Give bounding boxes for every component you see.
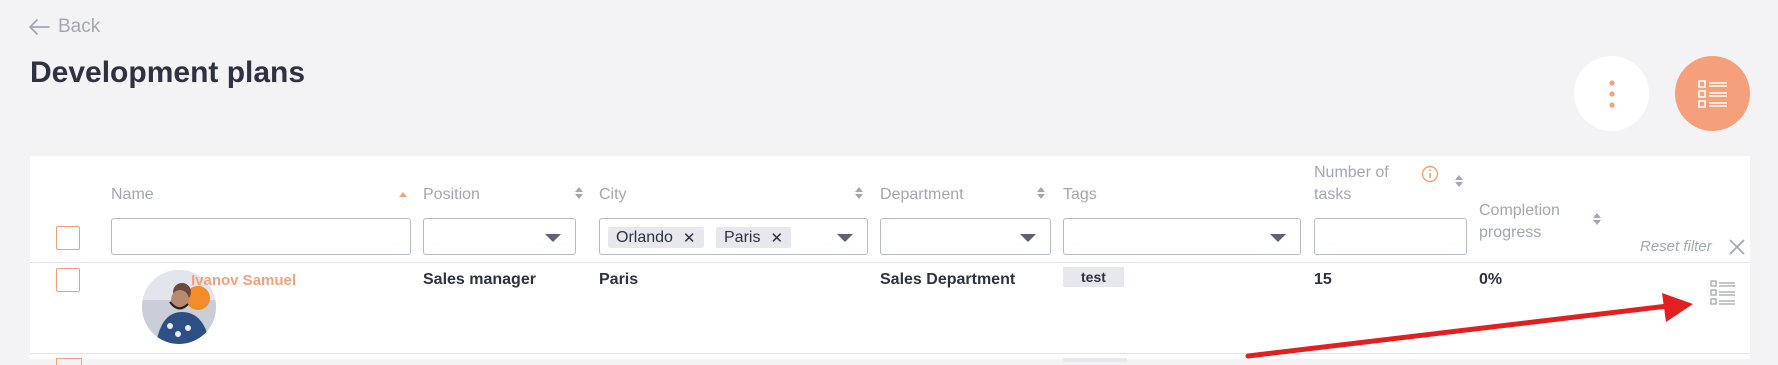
employee-name-link[interactable]: Ivanov Samuel: [191, 272, 296, 289]
sort-icon[interactable]: [1592, 212, 1602, 226]
city-filter-select[interactable]: Orlando ✕ Paris ✕: [599, 218, 868, 255]
more-vertical-icon: [1608, 79, 1615, 108]
row-city: Paris: [599, 271, 639, 288]
chevron-down-icon: [545, 234, 561, 242]
sort-icon[interactable]: [1036, 186, 1046, 200]
department-filter-select[interactable]: [880, 218, 1051, 255]
divider: [30, 353, 1750, 354]
sort-asc-icon[interactable]: [398, 190, 408, 204]
reset-filter-link[interactable]: Reset filter: [1640, 238, 1712, 255]
city-chip-label: Paris: [724, 228, 761, 246]
chevron-down-icon: [1270, 234, 1286, 242]
plans-table: Name Position City Department Tags Numbe…: [30, 156, 1750, 365]
column-header-progress-line2: progress: [1479, 224, 1542, 241]
info-icon[interactable]: [1421, 165, 1439, 183]
close-icon[interactable]: [1728, 238, 1746, 256]
column-header-tags: Tags: [1063, 186, 1097, 203]
column-header-position[interactable]: Position: [423, 184, 480, 206]
city-chip: Paris ✕: [716, 227, 792, 248]
tags-filter-select[interactable]: [1063, 218, 1301, 255]
tasks-filter-input[interactable]: [1314, 218, 1467, 255]
checklist-icon[interactable]: [1710, 280, 1736, 306]
chevron-down-icon: [1020, 234, 1036, 242]
remove-chip-icon[interactable]: ✕: [683, 229, 696, 247]
column-header-city[interactable]: City: [599, 184, 627, 206]
row-department: Sales Department: [880, 271, 1016, 288]
back-label: Back: [58, 16, 101, 37]
page-title: Development plans: [30, 56, 306, 89]
chevron-down-icon: [837, 234, 853, 242]
select-all-checkbox[interactable]: [56, 226, 80, 250]
sort-icon[interactable]: [1454, 174, 1464, 188]
row-checkbox[interactable]: [56, 358, 82, 365]
column-header-tasks-line1: Number of: [1314, 164, 1389, 181]
arrow-left-icon: [29, 19, 50, 35]
row-checkbox[interactable]: [56, 268, 80, 292]
column-header-tasks-line2: tasks: [1314, 186, 1352, 203]
column-header-name[interactable]: Name: [111, 184, 154, 206]
column-header-progress-line1: Completion: [1479, 202, 1560, 219]
column-header-progress[interactable]: Completion progress: [1479, 200, 1560, 244]
list-view-button[interactable]: [1675, 56, 1750, 131]
column-header-tasks[interactable]: Number of tasks: [1314, 162, 1389, 206]
city-chip: Orlando ✕: [608, 227, 704, 248]
more-options-button[interactable]: [1574, 56, 1649, 131]
back-link[interactable]: Back: [28, 16, 100, 38]
city-chip-label: Orlando: [616, 228, 673, 246]
row-tasks: 15: [1314, 271, 1332, 288]
remove-chip-icon[interactable]: ✕: [770, 229, 783, 247]
tag-badge: test: [1063, 267, 1124, 287]
checklist-icon: [1697, 79, 1727, 108]
row-progress: 0%: [1479, 271, 1503, 288]
column-header-department[interactable]: Department: [880, 184, 964, 206]
position-filter-select[interactable]: [423, 218, 576, 255]
sort-icon[interactable]: [854, 186, 864, 200]
sort-icon[interactable]: [574, 186, 584, 200]
row-position: Sales manager: [423, 271, 536, 288]
divider: [30, 262, 1750, 263]
name-filter-input[interactable]: [111, 218, 411, 255]
